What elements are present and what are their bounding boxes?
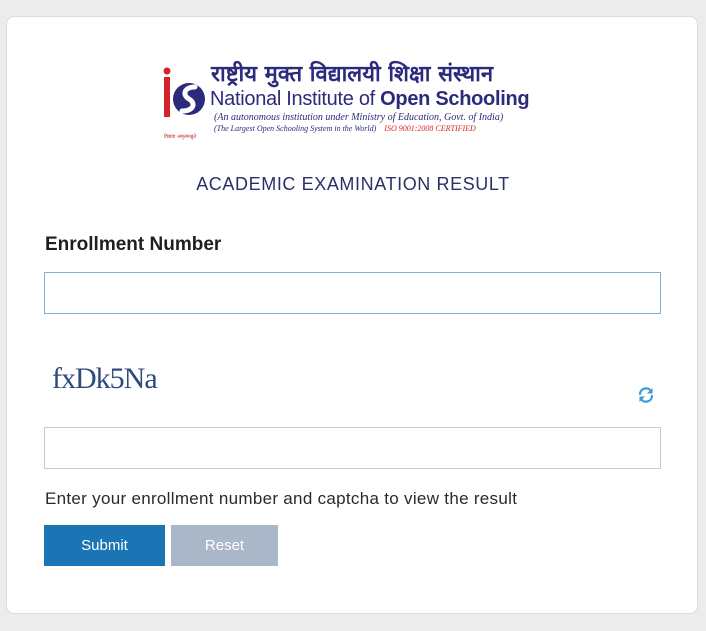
logo-tagline: (The Largest Open Schooling System in th…: [214, 124, 476, 133]
enrollment-input[interactable]: [44, 272, 661, 314]
iso-text: ISO 9001:2008 CERTIFIED: [384, 124, 476, 133]
nios-emblem-icon: [163, 67, 205, 117]
english-name: National Institute of Open Schooling: [210, 87, 530, 111]
nios-logo: राष्ट्रीय मुक्त विद्यालयी शिक्षा संस्थान…: [162, 61, 532, 152]
captcha-input[interactable]: [44, 427, 661, 469]
page-title: ACADEMIC EXAMINATION RESULT: [196, 174, 510, 194]
enrollment-label: Enrollment Number: [45, 234, 222, 255]
submit-button[interactable]: Submit: [44, 525, 165, 566]
captcha-image: fxDk5Na: [52, 362, 158, 395]
emblem-caption: विद्यया अमृतमश्नुते: [164, 134, 197, 140]
logo-subtitle: (An autonomous institution under Ministr…: [214, 112, 504, 123]
tagline-text: (The Largest Open Schooling System in th…: [214, 124, 377, 133]
english-name-part2: Open Schooling: [380, 88, 530, 110]
hindi-name: राष्ट्रीय मुक्त विद्यालयी शिक्षा संस्थान: [211, 61, 494, 87]
refresh-icon[interactable]: [637, 386, 655, 404]
english-name-part1: National Institute of: [210, 88, 381, 110]
instruction-text: Enter your enrollment number and captcha…: [45, 489, 518, 508]
reset-button[interactable]: Reset: [171, 525, 278, 566]
